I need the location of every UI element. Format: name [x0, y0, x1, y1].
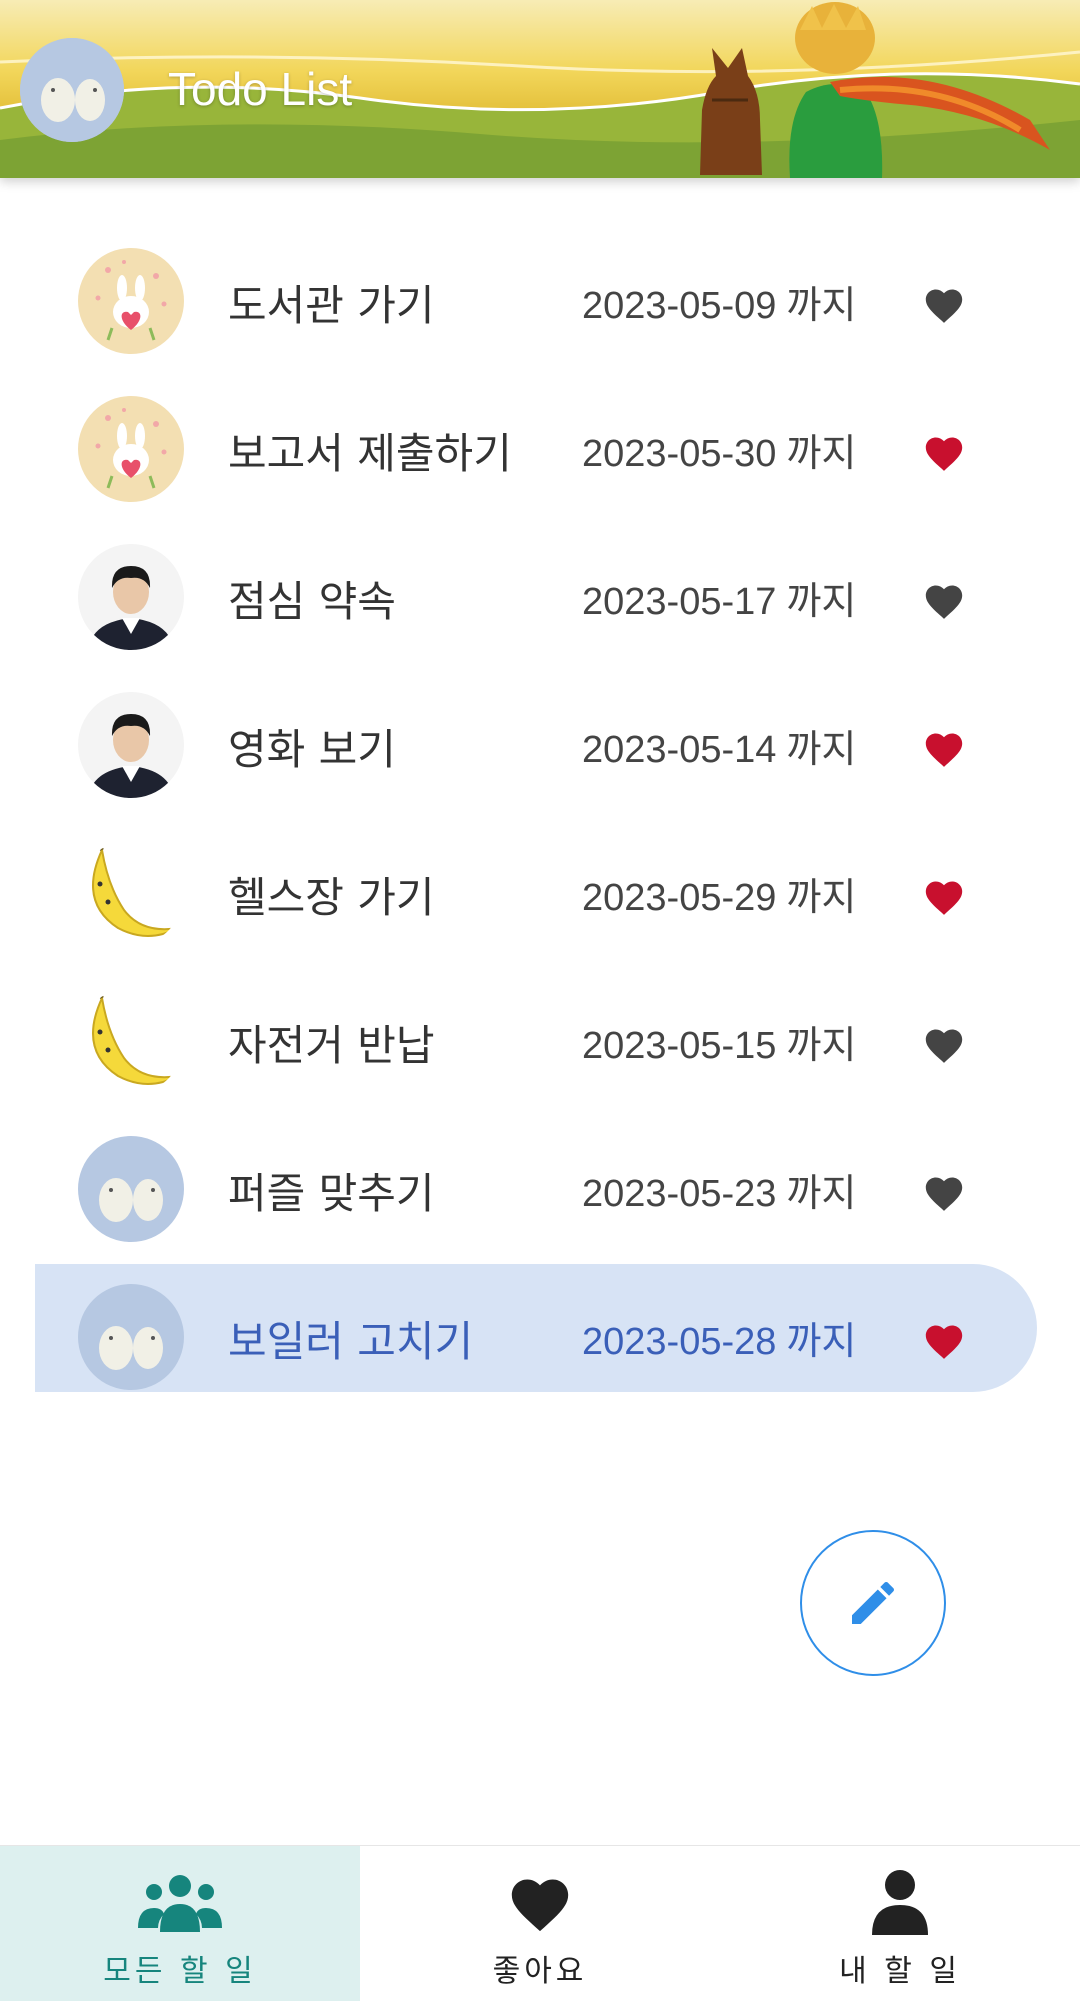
todo-title: 점심 약속 [228, 577, 396, 626]
due-date-suffix: 까지 [786, 431, 857, 475]
like-heart-icon[interactable] [922, 876, 966, 916]
group-icon [138, 1866, 222, 1938]
todo-title: 자전거 반납 [228, 1021, 435, 1070]
todo-title: 보일러 고치기 [228, 1317, 474, 1366]
due-date-suffix: 까지 [786, 875, 857, 919]
banana-avatar [78, 840, 184, 946]
todo-row[interactable]: 보일러 고치기 2023-05-28 까지 [0, 1264, 1080, 1412]
todo-row[interactable]: 도서관 가기 2023-05-09 까지 [0, 228, 1080, 376]
due-date-value: 2023-05-29 [582, 877, 777, 919]
todo-due-date: 2023-05-30 까지 [582, 422, 856, 477]
banana-avatar [78, 988, 184, 1094]
due-date-value: 2023-05-23 [582, 1173, 777, 1215]
nav-tab-person[interactable]: 내 할 일 [720, 1846, 1080, 2001]
todo-row[interactable]: 보고서 제출하기 2023-05-30 까지 [0, 376, 1080, 524]
todo-due-date: 2023-05-23 까지 [582, 1162, 856, 1217]
like-heart-icon[interactable] [922, 1172, 966, 1212]
bunny-avatar [78, 248, 184, 354]
todo-row[interactable]: 영화 보기 2023-05-14 까지 [0, 672, 1080, 820]
header-background-illustration [0, 2, 1080, 178]
like-heart-icon[interactable] [922, 728, 966, 768]
todo-list: 도서관 가기 2023-05-09 까지 보고서 제출하기 2023-05-30 까지 점심… [0, 228, 1080, 1412]
like-heart-icon[interactable] [922, 580, 966, 620]
person-icon [870, 1866, 930, 1938]
due-date-suffix: 까지 [786, 1023, 857, 1067]
bottom-navigation: 모든 할 일 좋아요 내 할 일 [0, 1845, 1080, 2001]
todo-due-date: 2023-05-28 까지 [582, 1310, 856, 1365]
due-date-value: 2023-05-28 [582, 1321, 777, 1363]
header-avatar[interactable] [20, 38, 124, 142]
todo-title: 도서관 가기 [228, 281, 435, 330]
todo-row[interactable]: 헬스장 가기 2023-05-29 까지 [0, 820, 1080, 968]
like-heart-icon[interactable] [922, 432, 966, 472]
todo-title: 보고서 제출하기 [228, 429, 512, 478]
due-date-value: 2023-05-14 [582, 729, 777, 771]
todo-due-date: 2023-05-15 까지 [582, 1014, 856, 1069]
todo-due-date: 2023-05-29 까지 [582, 866, 856, 921]
todo-title: 영화 보기 [228, 725, 396, 774]
due-date-suffix: 까지 [786, 579, 857, 623]
todo-title: 헬스장 가기 [228, 873, 435, 922]
nav-tab-label: 내 할 일 [839, 1954, 961, 1989]
person-avatar [78, 692, 184, 798]
todo-due-date: 2023-05-14 까지 [582, 718, 856, 773]
person-avatar [78, 544, 184, 650]
due-date-suffix: 까지 [786, 283, 857, 327]
todo-due-date: 2023-05-17 까지 [582, 570, 856, 625]
bunny-avatar [78, 396, 184, 502]
nav-tab-heart[interactable]: 좋아요 [360, 1846, 720, 2001]
like-heart-icon[interactable] [922, 284, 966, 324]
due-date-value: 2023-05-30 [582, 433, 777, 475]
pencil-icon [852, 1581, 895, 1624]
due-date-value: 2023-05-17 [582, 581, 777, 623]
todo-row[interactable]: 점심 약속 2023-05-17 까지 [0, 524, 1080, 672]
nav-tab-label: 모든 할 일 [103, 1954, 257, 1989]
app-title: Todo List [168, 63, 353, 115]
todo-title: 퍼즐 맞추기 [228, 1169, 435, 1218]
due-date-suffix: 까지 [786, 727, 857, 771]
heart-icon [506, 1866, 574, 1938]
due-date-suffix: 까지 [786, 1319, 857, 1363]
due-date-value: 2023-05-15 [582, 1025, 777, 1067]
due-date-suffix: 까지 [786, 1171, 857, 1215]
todo-row[interactable]: 퍼즐 맞추기 2023-05-23 까지 [0, 1116, 1080, 1264]
nav-tab-label: 좋아요 [492, 1954, 588, 1989]
todo-row[interactable]: 자전거 반납 2023-05-15 까지 [0, 968, 1080, 1116]
nav-tab-group[interactable]: 모든 할 일 [0, 1846, 360, 2001]
birds-avatar [78, 1136, 184, 1242]
edit-fab-button[interactable] [800, 1530, 946, 1676]
app-header: Todo List [0, 0, 1080, 178]
due-date-value: 2023-05-09 [582, 285, 777, 327]
like-heart-icon[interactable] [922, 1024, 966, 1064]
birds-avatar [78, 1284, 184, 1390]
todo-due-date: 2023-05-09 까지 [582, 274, 856, 329]
like-heart-icon[interactable] [922, 1320, 966, 1360]
